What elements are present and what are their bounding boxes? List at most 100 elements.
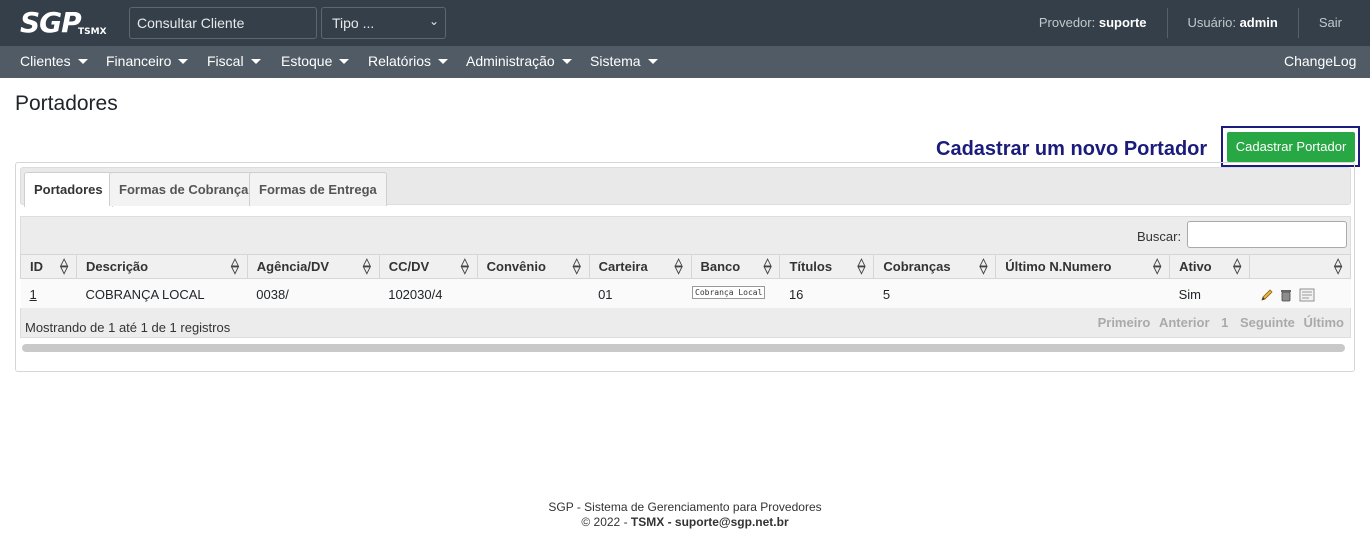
caret-down-icon — [339, 59, 350, 64]
column-header-descricao[interactable]: Descrição △ ▽ — [75, 254, 248, 279]
cell-id: 1 — [20, 278, 77, 310]
cell-cobrancas: 5 — [873, 278, 996, 310]
sort-icon: △ ▽ — [1334, 257, 1342, 276]
nav-label: Administração — [466, 53, 555, 69]
footer-company: TSMX - suporte@sgp.net.br — [630, 515, 789, 529]
sort-icon: △ ▽ — [763, 257, 772, 276]
horizontal-scrollbar[interactable] — [22, 344, 1345, 352]
column-header-ultimo-numero[interactable]: Último N.Numero △ ▽ — [995, 254, 1171, 279]
nav-sistema[interactable]: Sistema — [590, 46, 658, 78]
top-bar: SGP TSMX Tipo ... ⌄ Provedor: suporte Us… — [0, 0, 1370, 46]
cell-ultimo-numero — [995, 278, 1170, 310]
caret-down-icon — [77, 59, 88, 64]
column-label: Carteira — [598, 259, 648, 274]
table-search-input[interactable] — [1187, 221, 1347, 248]
provider-label: Provedor: — [1038, 15, 1096, 30]
sgp-logo[interactable]: SGP TSMX — [20, 6, 110, 39]
column-header-carteira[interactable]: Carteira △ ▽ — [588, 254, 692, 279]
cell-titulos: 16 — [779, 278, 874, 310]
column-label: Banco — [700, 259, 741, 274]
column-header-cc[interactable]: CC/DV △ ▽ — [378, 254, 478, 279]
column-header-titulos[interactable]: Títulos △ ▽ — [779, 254, 875, 279]
user-value: admin — [1239, 15, 1278, 30]
records-info: Mostrando de 1 até 1 de 1 registros — [25, 320, 231, 335]
type-select[interactable]: Tipo ... ⌄ — [321, 7, 446, 39]
main-nav: Clientes Financeiro Fiscal Estoque Relat… — [0, 46, 1370, 78]
nav-clientes[interactable]: Clientes — [20, 46, 88, 78]
pager-page[interactable]: 1 — [1221, 315, 1228, 330]
column-label: Descrição — [85, 259, 149, 274]
logo-subtext: TSMX — [78, 27, 107, 37]
column-label: Cobranças — [883, 259, 951, 274]
pagination: Primeiro Anterior 1 Seguinte Último — [1093, 315, 1344, 330]
nav-label: Estoque — [281, 53, 333, 69]
sort-icon: △ ▽ — [460, 257, 469, 276]
table-toolbar: Buscar: — [20, 216, 1351, 254]
row-id-link[interactable]: 1 — [30, 287, 37, 302]
footer-copyright: © 2022 - TSMX - suporte@sgp.net.br — [0, 515, 1370, 530]
pager-last[interactable]: Último — [1304, 315, 1344, 330]
column-label: Último N.Numero — [1005, 259, 1112, 274]
table-footer: Mostrando de 1 até 1 de 1 registros Prim… — [20, 308, 1351, 338]
portadores-panel: Portadores Formas de Cobrança Formas de … — [15, 162, 1355, 372]
add-portador-button[interactable]: Cadastrar Portador — [1227, 132, 1355, 162]
column-header-banco[interactable]: Banco △ ▽ — [690, 254, 781, 279]
nav-changelog[interactable]: ChangeLog — [1284, 46, 1356, 78]
sort-icon: △ ▽ — [1233, 257, 1242, 276]
cell-actions — [1249, 278, 1351, 310]
cell-convenio — [477, 278, 590, 310]
nav-financeiro[interactable]: Financeiro — [106, 46, 189, 78]
pager-next[interactable]: Seguinte — [1240, 315, 1295, 330]
logout-link[interactable]: Sair — [1297, 8, 1370, 38]
column-header-cobrancas[interactable]: Cobranças △ ▽ — [873, 254, 997, 279]
provider-value: suporte — [1098, 15, 1147, 30]
nav-relatorios[interactable]: Relatórios — [368, 46, 449, 78]
provider-info: Provedor: suporte — [1019, 8, 1167, 38]
caret-down-icon — [250, 59, 261, 64]
edit-pencil-icon[interactable] — [1260, 288, 1274, 302]
caret-down-icon — [178, 59, 189, 64]
page-title: Portadores — [15, 92, 118, 115]
sort-icon: △ ▽ — [363, 257, 371, 276]
cell-carteira: 01 — [589, 278, 691, 310]
sort-icon: △ ▽ — [231, 257, 239, 276]
sort-icon: △ ▽ — [1153, 257, 1162, 276]
tab-portadores[interactable]: Portadores — [24, 172, 113, 207]
column-header-agencia[interactable]: Agência/DV △ ▽ — [246, 254, 380, 279]
nav-administracao[interactable]: Administração — [466, 46, 572, 78]
sort-icon: △ ▽ — [674, 257, 683, 276]
nav-label: Relatórios — [368, 53, 432, 69]
tab-formas-entrega[interactable]: Formas de Entrega — [249, 172, 387, 206]
table-header-row: ID △ ▽ Descrição △ ▽ Agência/DV △ ▽ CC/DV △ ▽ Co… — [20, 254, 1351, 279]
pager-first[interactable]: Primeiro — [1098, 315, 1151, 330]
delete-bin-icon[interactable] — [1279, 288, 1293, 302]
nav-label: Financeiro — [106, 53, 172, 69]
cell-banco: Cobrança Local — [691, 278, 780, 310]
cell-agencia: 0038/ — [247, 278, 380, 310]
nav-fiscal[interactable]: Fiscal — [207, 46, 261, 78]
logo-text: SGP — [20, 6, 82, 39]
sort-icon: △ ▽ — [572, 257, 581, 276]
nav-label: Sistema — [590, 53, 641, 69]
details-document-icon[interactable] — [1299, 288, 1315, 302]
sort-icon: △ ▽ — [857, 257, 866, 276]
column-header-actions[interactable]: △ ▽ — [1249, 254, 1351, 279]
cell-descricao: COBRANÇA LOCAL — [76, 278, 248, 310]
nav-estoque[interactable]: Estoque — [281, 46, 350, 78]
sort-icon: △ ▽ — [60, 257, 68, 276]
pager-previous[interactable]: Anterior — [1159, 315, 1210, 330]
new-portador-hint: Cadastrar um novo Portador — [936, 138, 1208, 160]
column-header-convenio[interactable]: Convênio △ ▽ — [476, 254, 590, 279]
column-header-id[interactable]: ID △ ▽ — [20, 254, 77, 279]
caret-down-icon — [647, 59, 658, 64]
session-info: Provedor: suporte Usuário: admin Sair — [1019, 0, 1370, 46]
tab-bar: Portadores Formas de Cobrança Formas de … — [20, 167, 1351, 207]
table-row: 1 COBRANÇA LOCAL 0038/ 102030/4 01 Cobra… — [20, 278, 1351, 310]
column-header-ativo[interactable]: Ativo △ ▽ — [1169, 254, 1251, 279]
tab-formas-cobranca[interactable]: Formas de Cobrança — [109, 172, 259, 206]
cell-cc: 102030/4 — [379, 278, 478, 310]
bank-logo-badge: Cobrança Local — [692, 286, 766, 299]
chevron-down-icon: ⌄ — [428, 14, 439, 28]
client-search-input[interactable] — [129, 7, 317, 39]
footer-copy: © 2022 - — [581, 515, 628, 529]
